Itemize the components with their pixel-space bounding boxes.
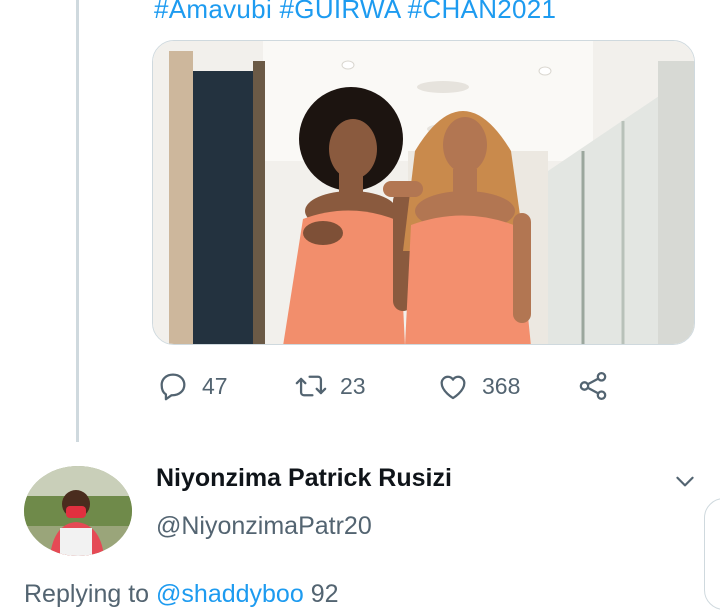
tweet-hashtags[interactable]: #Amavubi #GUIRWA #CHAN2021 <box>154 0 556 25</box>
avatar[interactable] <box>24 466 132 556</box>
replying-suffix: 92 <box>303 580 339 608</box>
reply-handle[interactable]: @NiyonzimaPatr20 <box>156 512 372 541</box>
media-photo <box>153 41 694 344</box>
tweet-actions: 47 23 368 <box>156 366 626 406</box>
thread-line <box>76 0 79 442</box>
reply-icon <box>160 373 186 401</box>
retweet-icon <box>295 375 327 397</box>
replying-to-line: Replying to @shaddyboo 92 <box>24 580 339 609</box>
replying-prefix: Replying to <box>24 580 157 608</box>
share-button[interactable] <box>576 366 610 406</box>
reply-count: 47 <box>202 372 228 399</box>
tweet-media-image[interactable] <box>152 40 695 345</box>
like-count: 368 <box>482 372 521 399</box>
reply-button[interactable]: 47 <box>156 366 228 406</box>
avatar-photo <box>24 466 132 556</box>
retweet-count: 23 <box>340 372 366 399</box>
reply-display-name[interactable]: Niyonzima Patrick Rusizi <box>156 464 452 493</box>
replying-mention-link[interactable]: @shaddyboo <box>156 580 304 608</box>
side-floating-panel[interactable] <box>704 498 720 610</box>
like-button[interactable]: 368 <box>436 366 520 406</box>
heart-icon <box>440 375 466 400</box>
retweet-button[interactable]: 23 <box>294 366 366 406</box>
chevron-down-icon[interactable] <box>672 468 698 494</box>
share-icon <box>579 371 607 401</box>
